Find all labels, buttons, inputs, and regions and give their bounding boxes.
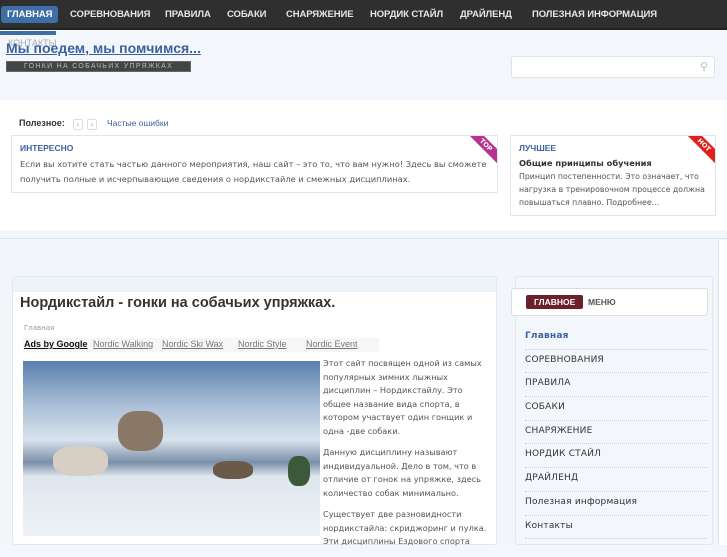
article-body: Этот сайт посвящен одной из самых популя… [323,357,493,557]
useful-link[interactable]: Частые ошибки [107,118,168,128]
sidebar-item-rules[interactable]: ПРАВИЛА [525,373,707,398]
top-navigation: ГЛАВНАЯ СОРЕВНОВАНИЯ ПРАВИЛА СОБАКИ СНАР… [0,0,727,30]
article-title: Нордикстайл - гонки на собачьих упряжках… [20,295,336,311]
article-topbar [13,277,496,292]
nav-overflow-bar [0,31,56,35]
box-heading: ЛУЧШЕЕ [519,143,557,153]
prev-arrow-icon[interactable]: ‹ [73,119,83,130]
sidebar-head-badge: ГЛАВНОЕ [526,295,584,309]
nav-home[interactable]: ГЛАВНАЯ [1,6,59,23]
ad-link[interactable]: Nordic Walking [93,339,153,349]
divider [0,238,727,239]
sidebar-head-label: МЕНЮ [588,297,616,307]
sidebar-header: ГЛАВНОЕ МЕНЮ [511,288,708,316]
sidebar-item-dryland[interactable]: ДРАЙЛЕНД [525,468,707,492]
sidebar-item-nordic-style[interactable]: НОРДИК СТАЙЛ [525,444,707,469]
site-tagline: ГОНКИ НА СОБАЧЬИХ УПРЯЖКАХ [6,61,191,72]
nav-rules[interactable]: ПРАВИЛА [165,9,211,20]
ad-link[interactable]: Nordic Event [306,339,358,349]
sidebar-item-competitions[interactable]: СОРЕВНОВАНИЯ [525,350,707,374]
sidebar-item-dogs[interactable]: СОБАКИ [525,397,707,421]
sidebar-item-home[interactable]: Главная [525,326,707,350]
box-text: Если вы хотите стать частью данного меро… [20,159,487,184]
sidebar-item-equipment[interactable]: СНАРЯЖЕНИЕ [525,421,707,445]
nav-competitions[interactable]: СОРЕВНОВАНИЯ [70,9,150,20]
ad-link[interactable]: Nordic Ski Wax [162,339,223,349]
nav-dogs[interactable]: СОБАКИ [227,9,266,20]
nav-useful-info[interactable]: ПОЛЕЗНАЯ ИНФОРМАЦИЯ [532,9,657,20]
next-arrow-icon[interactable]: › [87,119,97,130]
sidebar-item-contacts[interactable]: Контакты [525,516,707,540]
ads-by-google-link[interactable]: Ads by Google [24,339,88,349]
paragraph: Данную дисциплину называют индивидуально… [323,447,481,498]
search-input[interactable]: ⚲ [511,56,715,78]
nav-dryland[interactable]: ДРАЙЛЕНД [460,9,512,20]
search-icon[interactable]: ⚲ [700,60,708,73]
box-subtitle[interactable]: Общие принципы обучения [519,157,707,170]
interesting-box: TOP ИНТЕРЕСНО Если вы хотите стать часть… [11,135,498,193]
sled-dogs-photo [23,361,320,536]
ads-bar: Ads by Google Nordic Walking Nordic Ski … [23,338,379,352]
paragraph: Существует две разновидности нордикстайл… [323,509,487,546]
sidebar-menu: Главная СОРЕВНОВАНИЯ ПРАВИЛА СОБАКИ СНАР… [525,326,707,540]
article: Нордикстайл - гонки на собачьих упряжках… [12,276,497,546]
sidebar-item-useful-info[interactable]: Полезная информация [525,492,707,516]
box-text: Принцип постепенности. Это означает, что… [519,172,705,207]
best-box: HOT ЛУЧШЕЕ Общие принципы обучения Принц… [510,135,716,216]
box-heading: ИНТЕРЕСНО [20,143,74,153]
nav-nordic-style[interactable]: НОРДИК СТАЙЛ [370,9,443,20]
breadcrumb[interactable]: Главная [24,324,54,332]
nav-equipment[interactable]: СНАРЯЖЕНИЕ [286,9,354,20]
ad-link[interactable]: Nordic Style [238,339,287,349]
page-edge [718,240,727,545]
site-title[interactable]: Мы поедем, мы помчимся... [6,40,201,56]
paragraph: Этот сайт посвящен одной из самых популя… [323,358,482,436]
useful-label: Полезное: [19,118,65,128]
